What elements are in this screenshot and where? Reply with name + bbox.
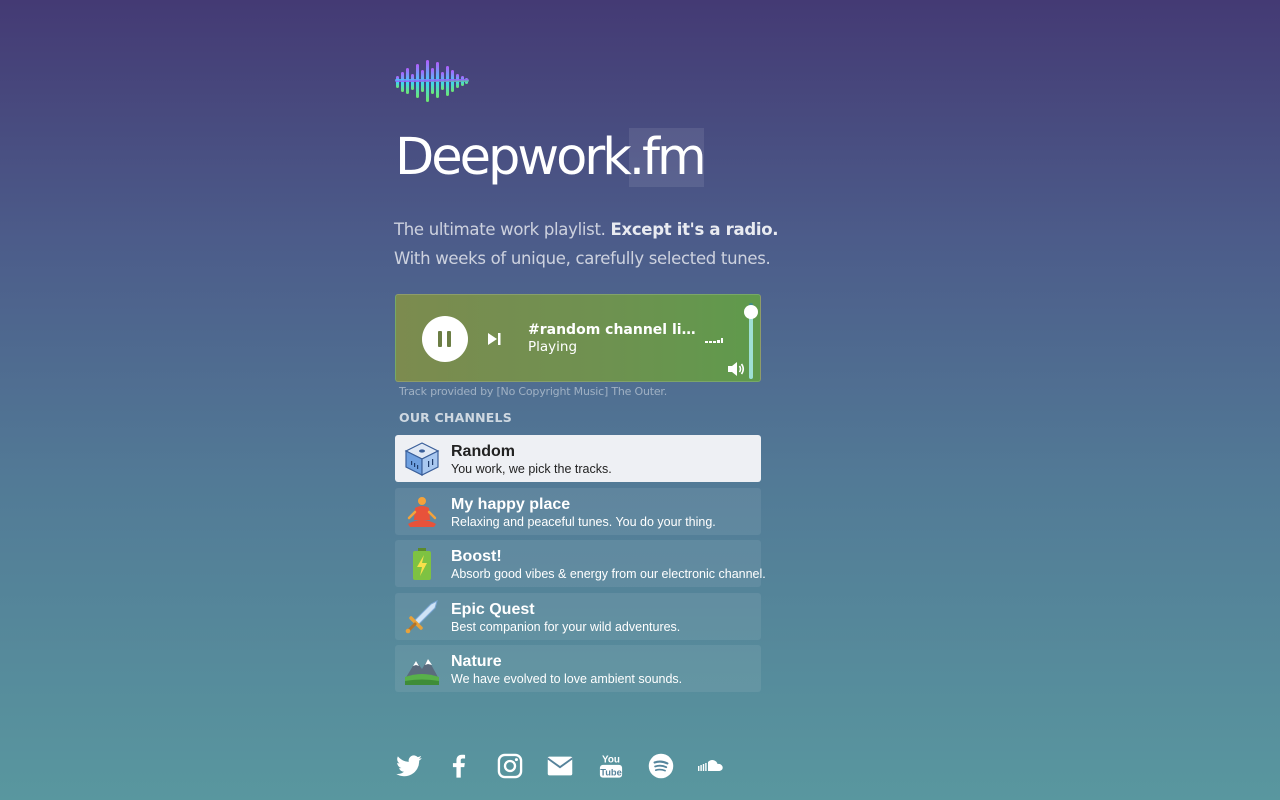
tagline-bold: Except it's a radio. (610, 220, 779, 239)
signal-bars-icon (705, 338, 723, 343)
social-links: You Tube (395, 752, 775, 782)
channel-nature[interactable]: Nature We have evolved to love ambient s… (395, 645, 761, 692)
facebook-icon (452, 754, 466, 778)
spotify-link[interactable] (647, 752, 675, 780)
radio-player: #random channel live… Playing (395, 294, 761, 382)
channel-my-happy-place[interactable]: My happy place Relaxing and peaceful tun… (395, 487, 761, 535)
track-title: #random channel live… (528, 322, 698, 338)
tagline-line2: With weeks of unique, carefully selected… (394, 248, 771, 268)
channel-description: We have evolved to love ambient sounds. (451, 672, 683, 686)
channel-name: Epic Quest (451, 600, 535, 618)
site-title-main: Deepwork (395, 128, 632, 187)
site-title-tld: .fm (628, 128, 707, 187)
site-title: Deepwork.fm (395, 120, 707, 196)
channel-name: Nature (451, 653, 502, 670)
channel-name: My happy place (451, 495, 571, 513)
channel-description: You work, we pick the tracks. (451, 462, 612, 476)
mail-icon (547, 756, 573, 776)
channel-description: Absorb good vibes & energy from our elec… (451, 567, 766, 581)
channel-boost[interactable]: Boost! Absorb good vibes & energy from o… (395, 540, 766, 587)
email-link[interactable] (546, 752, 574, 780)
channel-epic-quest[interactable]: Epic Quest Best companion for your wild … (395, 592, 761, 640)
soundcloud-link[interactable] (697, 752, 725, 780)
channel-list: Random You work, we pick the tracks. My … (395, 435, 766, 698)
meditation-icon (407, 496, 437, 527)
skip-next-icon (488, 333, 501, 345)
channel-description: Best companion for your wild adventures. (451, 619, 681, 634)
instagram-link[interactable] (496, 752, 524, 780)
sword-icon (405, 599, 438, 633)
volume-knob[interactable] (744, 304, 758, 319)
pause-icon (438, 331, 442, 347)
soundwave-logo-icon (395, 60, 469, 102)
dice-icon (404, 442, 440, 476)
soundcloud-icon (698, 760, 723, 771)
channels-heading: OUR CHANNELS (399, 410, 512, 425)
twitter-link[interactable] (395, 752, 423, 780)
skip-next-button[interactable] (486, 331, 502, 347)
pause-icon-bar (447, 331, 451, 347)
channel-name: Random (451, 443, 515, 460)
playback-status: Playing (528, 339, 578, 355)
youtube-link[interactable]: You Tube (597, 752, 625, 780)
tagline-plain: The ultimate work playlist. (394, 220, 611, 239)
mountain-icon (405, 659, 439, 685)
svg-text:You: You (602, 755, 620, 766)
volume-icon[interactable] (727, 361, 745, 377)
track-credit: Track provided by [No Copyright Music] T… (399, 385, 668, 398)
svg-text:Tube: Tube (600, 767, 622, 777)
battery-icon (413, 548, 431, 580)
spotify-icon (648, 753, 674, 779)
channel-random[interactable]: Random You work, we pick the tracks. (395, 435, 761, 482)
twitter-icon (396, 755, 422, 777)
channel-description: Relaxing and peaceful tunes. You do your… (451, 514, 716, 529)
tagline: The ultimate work playlist. Except it's … (394, 216, 784, 273)
instagram-icon (497, 753, 523, 779)
facebook-link[interactable] (445, 752, 473, 780)
pause-button[interactable] (422, 316, 468, 362)
channel-name: Boost! (451, 548, 502, 565)
youtube-icon: YouTube (599, 755, 623, 778)
